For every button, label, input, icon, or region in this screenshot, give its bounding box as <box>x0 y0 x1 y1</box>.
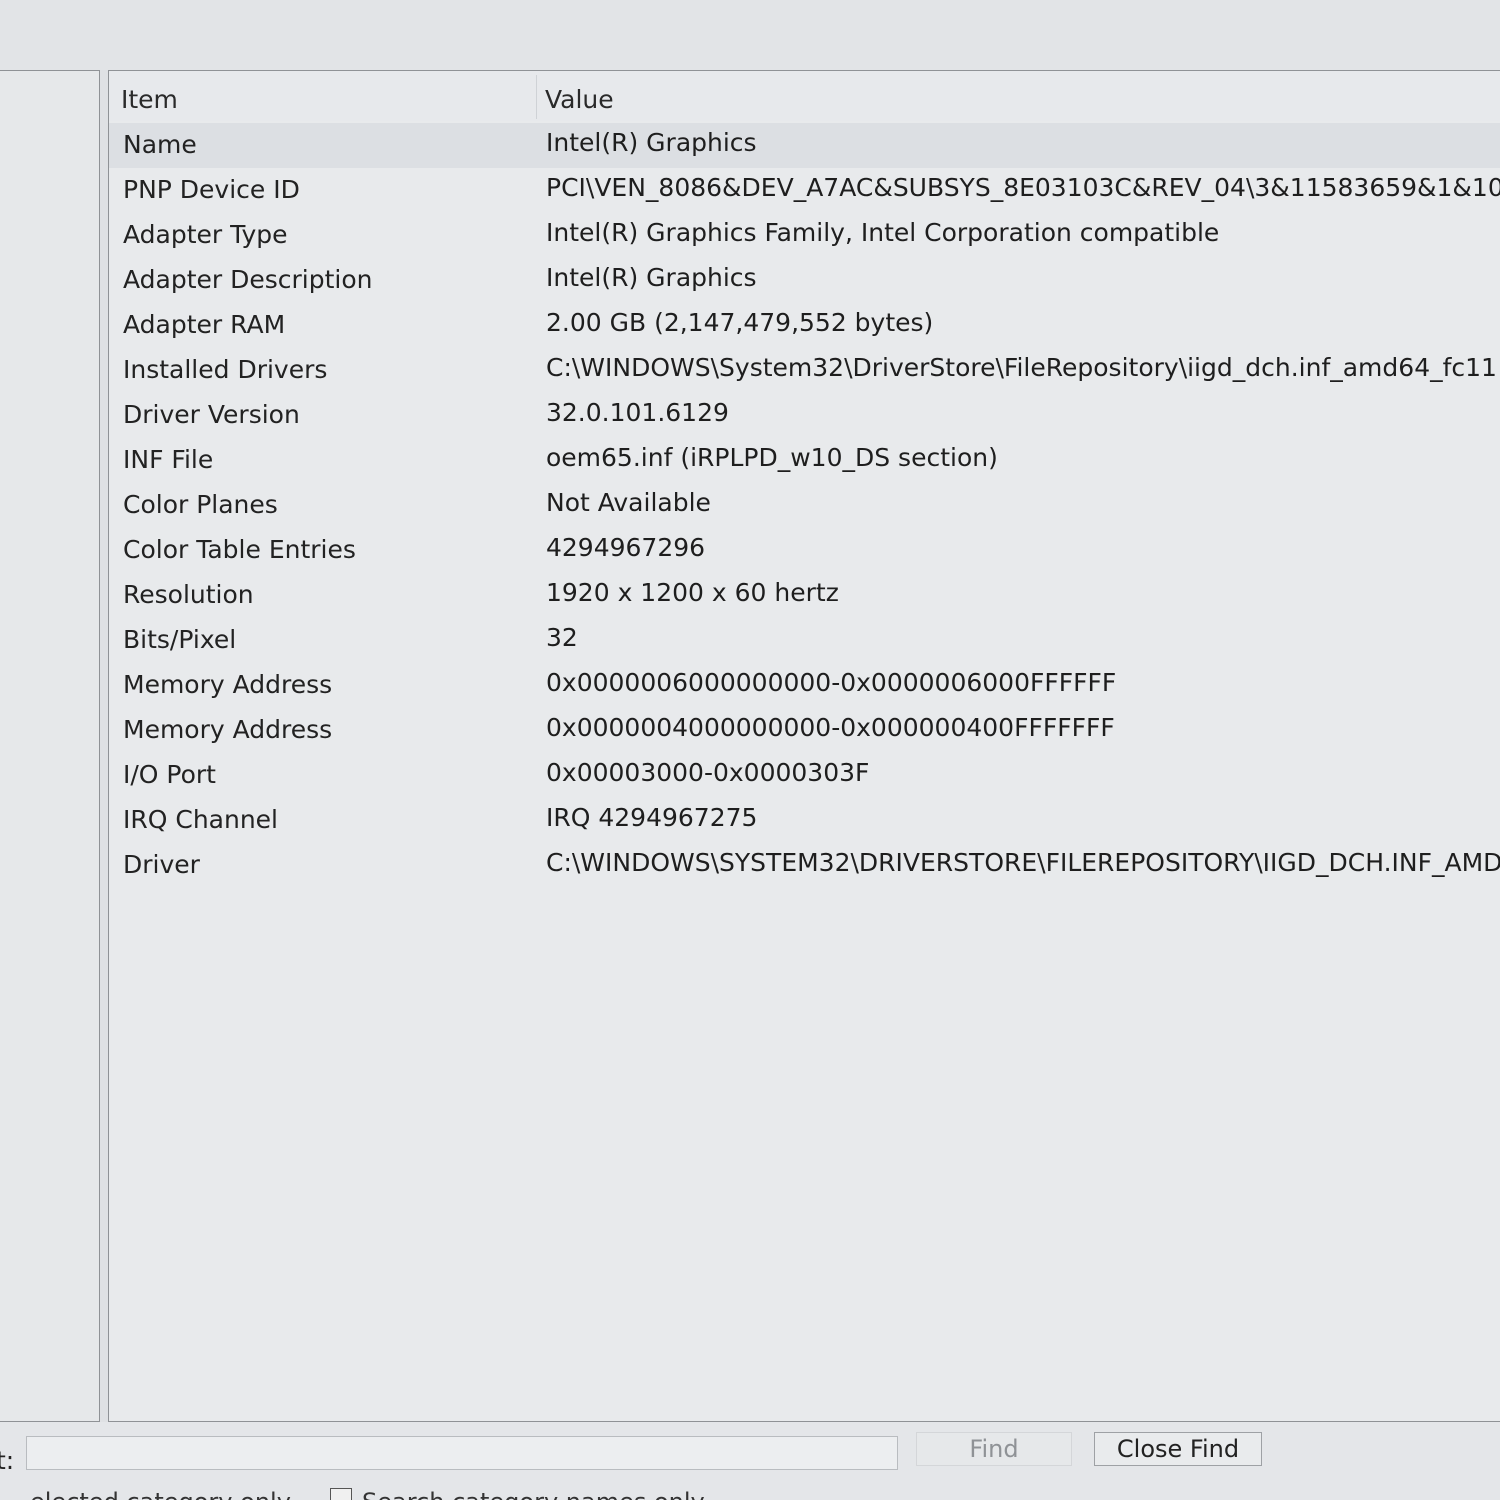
row-item: Color Planes <box>123 490 278 519</box>
search-category-names-checkbox[interactable] <box>330 1488 352 1500</box>
row-value: 0x0000004000000000-0x000000400FFFFFFF <box>546 713 1115 742</box>
row-item: I/O Port <box>123 760 216 789</box>
row-item: Name <box>123 130 197 159</box>
column-header-item[interactable]: Item <box>121 85 178 114</box>
details-rows: Name Intel(R) Graphics PNP Device ID PCI… <box>109 123 1500 888</box>
table-row[interactable]: Resolution 1920 x 1200 x 60 hertz <box>109 573 1500 618</box>
row-item: Driver Version <box>123 400 300 429</box>
row-item: Memory Address <box>123 715 333 744</box>
row-value: 32.0.101.6129 <box>546 398 729 427</box>
table-row[interactable]: PNP Device ID PCI\VEN_8086&DEV_A7AC&SUBS… <box>109 168 1500 213</box>
row-item: Bits/Pixel <box>123 625 237 654</box>
pane-splitter[interactable] <box>100 70 108 1422</box>
row-value: Intel(R) Graphics <box>546 128 757 157</box>
system-information-window: Item Value Name Intel(R) Graphics PNP De… <box>0 0 1500 1500</box>
row-item: Adapter RAM <box>123 310 286 339</box>
row-item: Memory Address <box>123 670 333 699</box>
table-row[interactable]: Color Table Entries 4294967296 <box>109 528 1500 573</box>
table-row[interactable]: Name Intel(R) Graphics <box>109 123 1500 168</box>
row-value: Not Available <box>546 488 711 517</box>
find-bar: t: Find Close Find elected category only… <box>0 1422 1500 1500</box>
row-item: IRQ Channel <box>123 805 279 834</box>
row-value: 0x00003000-0x0000303F <box>546 758 870 787</box>
close-find-button[interactable]: Close Find <box>1094 1432 1262 1466</box>
details-list-pane: Item Value Name Intel(R) Graphics PNP De… <box>108 70 1500 1422</box>
table-row[interactable]: Adapter Description Intel(R) Graphics <box>109 258 1500 303</box>
find-what-label: t: <box>0 1446 15 1475</box>
row-item: PNP Device ID <box>123 175 300 204</box>
row-value: Intel(R) Graphics <box>546 263 757 292</box>
row-value: 32 <box>546 623 578 652</box>
row-item: Resolution <box>123 580 254 609</box>
table-row[interactable]: Memory Address 0x0000004000000000-0x0000… <box>109 708 1500 753</box>
table-row[interactable]: Adapter RAM 2.00 GB (2,147,479,552 bytes… <box>109 303 1500 348</box>
row-value: PCI\VEN_8086&DEV_A7AC&SUBSYS_8E03103C&RE… <box>546 173 1500 202</box>
row-value: 0x0000006000000000-0x0000006000FFFFFF <box>546 668 1117 697</box>
table-row[interactable]: Driver Version 32.0.101.6129 <box>109 393 1500 438</box>
table-row[interactable]: Driver C:\WINDOWS\SYSTEM32\DRIVERSTORE\F… <box>109 843 1500 888</box>
row-item: Installed Drivers <box>123 355 328 384</box>
table-row[interactable]: Adapter Type Intel(R) Graphics Family, I… <box>109 213 1500 258</box>
row-value: IRQ 4294967275 <box>546 803 758 832</box>
row-value: oem65.inf (iRPLPD_w10_DS section) <box>546 443 998 472</box>
find-button[interactable]: Find <box>916 1432 1072 1466</box>
table-row[interactable]: INF File oem65.inf (iRPLPD_w10_DS sectio… <box>109 438 1500 483</box>
column-header: Item Value <box>109 71 1500 121</box>
row-value: 4294967296 <box>546 533 706 562</box>
row-value: C:\WINDOWS\System32\DriverStore\FileRepo… <box>546 353 1497 382</box>
table-row[interactable]: Bits/Pixel 32 <box>109 618 1500 663</box>
search-category-names-label: Search category names only <box>362 1488 705 1500</box>
row-value: 1920 x 1200 x 60 hertz <box>546 578 839 607</box>
column-header-value[interactable]: Value <box>545 85 614 114</box>
category-tree-pane[interactable] <box>0 70 100 1422</box>
find-what-input[interactable] <box>26 1436 898 1470</box>
row-value: Intel(R) Graphics Family, Intel Corporat… <box>546 218 1220 247</box>
row-item: INF File <box>123 445 214 474</box>
table-row[interactable]: IRQ Channel IRQ 4294967275 <box>109 798 1500 843</box>
table-row[interactable]: Color Planes Not Available <box>109 483 1500 528</box>
find-options: elected category only Search category na… <box>0 1484 1500 1500</box>
row-item: Adapter Description <box>123 265 373 294</box>
row-item: Color Table Entries <box>123 535 356 564</box>
row-item: Driver <box>123 850 200 879</box>
column-divider[interactable] <box>536 75 537 119</box>
row-item: Adapter Type <box>123 220 288 249</box>
table-row[interactable]: Memory Address 0x0000006000000000-0x0000… <box>109 663 1500 708</box>
table-row[interactable]: I/O Port 0x00003000-0x0000303F <box>109 753 1500 798</box>
search-selected-category-label: elected category only <box>30 1488 291 1500</box>
toolbar-area <box>0 0 1500 70</box>
row-value: 2.00 GB (2,147,479,552 bytes) <box>546 308 934 337</box>
row-value: C:\WINDOWS\SYSTEM32\DRIVERSTORE\FILEREPO… <box>546 848 1500 877</box>
table-row[interactable]: Installed Drivers C:\WINDOWS\System32\Dr… <box>109 348 1500 393</box>
